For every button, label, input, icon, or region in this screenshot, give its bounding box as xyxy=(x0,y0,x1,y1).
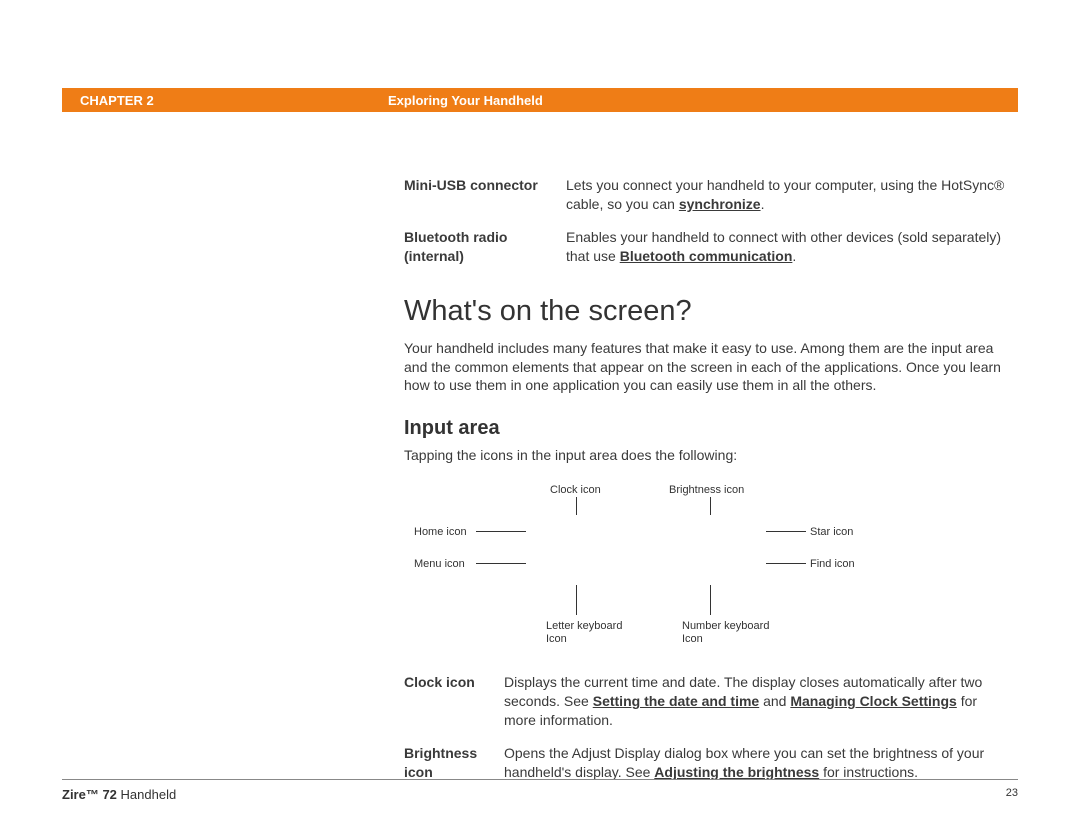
paragraph: Tapping the icons in the input area does… xyxy=(404,446,1006,465)
callout-line xyxy=(710,497,711,515)
definition-row: Brightness icon Opens the Adjust Display… xyxy=(404,744,1006,782)
text: . xyxy=(761,196,765,212)
product-model: Zire™ 72 xyxy=(62,787,117,802)
text: and xyxy=(759,693,790,709)
definition-row: Bluetooth radio (internal) Enables your … xyxy=(404,228,1006,266)
link-bluetooth[interactable]: Bluetooth communication xyxy=(620,248,793,264)
callout-line xyxy=(576,497,577,515)
callout-line xyxy=(576,585,577,615)
chapter-label: CHAPTER 2 xyxy=(62,93,388,108)
definition-row: Clock icon Displays the current time and… xyxy=(404,673,1006,730)
def-desc: Lets you connect your handheld to your c… xyxy=(566,176,1006,214)
label-find-icon: Find icon xyxy=(810,557,855,572)
label-star-icon: Star icon xyxy=(810,525,853,540)
label-letter-keyboard-2: Icon xyxy=(546,632,567,647)
heading-whats-on-screen: What's on the screen? xyxy=(404,292,1006,331)
chapter-header: CHAPTER 2 Exploring Your Handheld xyxy=(62,88,1018,112)
text: . xyxy=(792,248,796,264)
callout-line xyxy=(476,531,526,532)
callout-line xyxy=(766,563,806,564)
page-number: 23 xyxy=(1006,787,1018,802)
text: Lets you connect your handheld to your c… xyxy=(566,177,1004,212)
link-setting-date-time[interactable]: Setting the date and time xyxy=(593,693,759,709)
heading-input-area: Input area xyxy=(404,415,1006,442)
page-footer: Zire™ 72 Handheld 23 xyxy=(62,787,1018,802)
chapter-title: Exploring Your Handheld xyxy=(388,93,543,108)
link-managing-clock[interactable]: Managing Clock Settings xyxy=(790,693,956,709)
footer-rule xyxy=(62,779,1018,780)
def-term: Bluetooth radio (internal) xyxy=(404,228,566,266)
text: for instructions. xyxy=(819,764,918,780)
label-brightness-icon: Brightness icon xyxy=(669,483,744,498)
label-home-icon: Home icon xyxy=(414,525,467,540)
callout-line xyxy=(710,585,711,615)
def-desc: Opens the Adjust Display dialog box wher… xyxy=(504,744,1006,782)
label-number-keyboard-2: Icon xyxy=(682,632,703,647)
link-adjusting-brightness[interactable]: Adjusting the brightness xyxy=(654,764,819,780)
def-term: Mini-USB connector xyxy=(404,176,566,214)
paragraph: Your handheld includes many features tha… xyxy=(404,339,1006,396)
def-term: Brightness icon xyxy=(404,744,504,782)
label-clock-icon: Clock icon xyxy=(550,483,601,498)
def-desc: Displays the current time and date. The … xyxy=(504,673,1006,730)
label-menu-icon: Menu icon xyxy=(414,557,465,572)
definition-row: Mini-USB connector Lets you connect your… xyxy=(404,176,1006,214)
input-area-diagram: Clock icon Brightness icon Home icon Men… xyxy=(404,483,1006,663)
page-content: Mini-USB connector Lets you connect your… xyxy=(404,176,1006,796)
def-desc: Enables your handheld to connect with ot… xyxy=(566,228,1006,266)
def-term: Clock icon xyxy=(404,673,504,730)
callout-line xyxy=(766,531,806,532)
product-type: Handheld xyxy=(117,787,176,802)
link-synchronize[interactable]: synchronize xyxy=(679,196,761,212)
footer-product: Zire™ 72 Handheld xyxy=(62,787,176,802)
callout-line xyxy=(476,563,526,564)
